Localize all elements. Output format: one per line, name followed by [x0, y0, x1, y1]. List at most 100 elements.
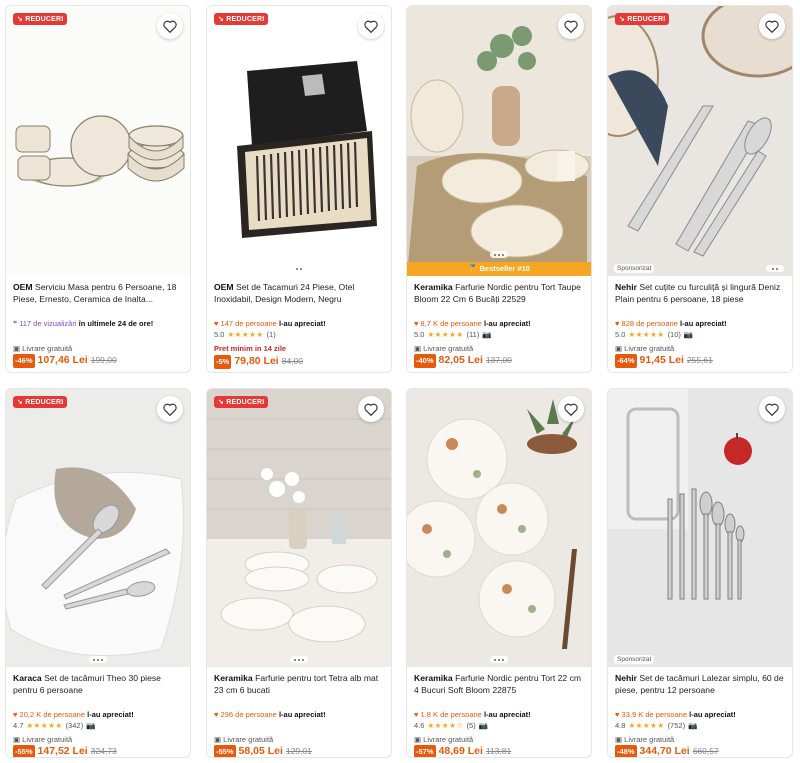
views-info: ❝ 117 de vizualizări în ultimele 24 de o…	[13, 319, 154, 328]
video-icon: 📷	[86, 721, 96, 731]
heart-icon	[163, 403, 177, 416]
product-image[interactable]: Sponsorizat	[608, 389, 792, 667]
floral-plates-photo	[407, 389, 591, 667]
cake-plates-photo	[407, 6, 591, 276]
free-shipping: ▣ Livrare gratuită	[214, 735, 274, 744]
star-rating-icon: ★★★★★	[227, 330, 264, 340]
product-image[interactable]: ➘ REDUCERI	[6, 6, 190, 276]
star-rating-icon: ★★★★★	[427, 330, 464, 340]
free-shipping: ▣ Livrare gratuită	[414, 344, 474, 353]
free-shipping: ▣ Livrare gratuită	[615, 735, 675, 744]
price-row: -46% 107,46 Lei 199,00	[13, 354, 117, 368]
heart-icon	[364, 20, 378, 33]
likes-info: ♥ 147 de persoane l-au apreciat!	[214, 319, 326, 328]
likes-info: ♥ 33,9 K de persoane l-au apreciat!	[615, 710, 736, 719]
product-image[interactable]: ➘ REDUCERI Sponsorizat	[608, 6, 792, 276]
cutlery-napkin-photo	[6, 389, 190, 667]
rating: 5.0 ★★★★★ (11) 📷	[414, 330, 492, 340]
image-carousel-dots[interactable]	[766, 265, 784, 272]
product-title[interactable]: Keramika Farfurie Nordic pentru Tort 22 …	[414, 673, 584, 708]
heart-icon	[163, 20, 177, 33]
price-row: -48% 344,70 Lei 660,57	[615, 745, 719, 757]
price-row: -57% 48,69 Lei 113,81	[414, 745, 512, 757]
image-carousel-dots[interactable]	[290, 265, 308, 272]
heart-icon	[564, 20, 578, 33]
star-rating-icon: ★★★★★	[628, 330, 665, 340]
free-shipping: ▣ Livrare gratuită	[414, 735, 474, 744]
price-row: -5% 79,80 Lei 84,00	[214, 355, 303, 369]
product-title[interactable]: Keramika Farfurie pentru tort Tetra alb …	[214, 673, 384, 708]
favorite-button[interactable]	[157, 13, 183, 39]
star-rating-icon: ★★★★☆	[427, 721, 464, 731]
video-icon: 📷	[478, 721, 489, 731]
likes-info: ♥ 8,7 K de persoane l-au apreciat!	[414, 319, 531, 328]
product-card[interactable]: ➘ REDUCERI OEM Set de Tacamuri 24 Piese,…	[206, 5, 392, 373]
rating: 4.7 ★★★★★ (342) 📷	[13, 721, 96, 731]
white-plates-photo	[207, 389, 391, 667]
heart-icon	[765, 20, 779, 33]
reduceri-badge: ➘ REDUCERI	[13, 13, 68, 25]
product-image[interactable]: 🏅 Bestseller #10	[407, 6, 591, 276]
product-card[interactable]: 🏅 Bestseller #10 Keramika Farfurie Nordi…	[406, 5, 592, 373]
rating: 4.6 ★★★★☆ (5) 📷	[414, 721, 489, 731]
favorite-button[interactable]	[759, 13, 785, 39]
favorite-button[interactable]	[558, 396, 584, 422]
product-grid: ➘ REDUCERI OEM Serviciu Masa pentru 6 Pe…	[0, 0, 800, 763]
free-shipping: ▣ Livrare gratuită	[13, 344, 73, 353]
product-title[interactable]: OEM Serviciu Masa pentru 6 Persoane, 18 …	[13, 282, 183, 317]
image-carousel-dots[interactable]	[89, 656, 107, 663]
rating: 4.8 ★★★★★ (752) 📷	[615, 721, 698, 731]
heart-icon	[364, 403, 378, 416]
cutlery-box-photo	[207, 6, 391, 276]
product-title[interactable]: Karaca Set de tacâmuri Theo 30 piese pen…	[13, 673, 183, 708]
free-shipping: ▣ Livrare gratuită	[615, 344, 675, 353]
bestseller-badge: 🏅 Bestseller #10	[407, 262, 591, 276]
star-rating-icon: ★★★★★	[628, 721, 665, 731]
cutlery-set-photo	[608, 6, 792, 276]
favorite-button[interactable]	[759, 396, 785, 422]
reduceri-badge: ➘ REDUCERI	[214, 396, 269, 408]
product-image[interactable]: ➘ REDUCERI	[207, 389, 391, 667]
price-row: -55% 147,52 Lei 324,73	[13, 745, 117, 757]
favorite-button[interactable]	[358, 396, 384, 422]
sponsored-label: Sponsorizat	[614, 655, 655, 664]
product-card[interactable]: ➘ REDUCERI Keramika Farfurie pentru tort…	[206, 388, 392, 758]
video-icon: 📷	[683, 330, 694, 340]
video-icon: 📷	[482, 330, 492, 340]
rating: 5.0 ★★★★★ (10) 📷	[615, 330, 694, 340]
image-carousel-dots[interactable]	[490, 251, 508, 258]
star-rating-icon: ★★★★★	[26, 721, 63, 731]
product-title[interactable]: OEM Set de Tacamuri 24 Piese, Otel Inoxi…	[214, 282, 384, 317]
product-card[interactable]: ➘ REDUCERI OEM Serviciu Masa pentru 6 Pe…	[5, 5, 191, 373]
product-image[interactable]: ➘ REDUCERI	[207, 6, 391, 276]
likes-info: ♥ 1,8 K de persoane l-au apreciat!	[414, 710, 531, 719]
video-icon: 📷	[688, 721, 698, 731]
dinnerware-photo	[6, 6, 190, 276]
reduceri-badge: ➘ REDUCERI	[214, 13, 269, 25]
free-shipping: ▣ Livrare gratuită	[13, 735, 73, 744]
sponsored-label: Sponsorizat	[614, 264, 655, 273]
favorite-button[interactable]	[358, 13, 384, 39]
product-title[interactable]: Nehir Set de tacâmuri Lalezar simplu, 60…	[615, 673, 785, 708]
image-carousel-dots[interactable]	[490, 656, 508, 663]
heart-icon	[564, 403, 578, 416]
product-card[interactable]: Keramika Farfurie Nordic pentru Tort 22 …	[406, 388, 592, 758]
product-card[interactable]: Sponsorizat Nehir Set de tacâmuri Laleza…	[607, 388, 793, 758]
product-title[interactable]: Keramika Farfurie Nordic pentru Tort Tau…	[414, 282, 584, 317]
favorite-button[interactable]	[157, 396, 183, 422]
likes-info: ♥ 828 de persoane l-au apreciat!	[615, 319, 727, 328]
min-price-note: Pret minim in 14 zile	[214, 344, 287, 353]
product-image[interactable]	[407, 389, 591, 667]
product-card[interactable]: ➘ REDUCERI Sponsorizat Nehir Set cuțite …	[607, 5, 793, 373]
product-title[interactable]: Nehir Set cuțite cu furculiță și lingură…	[615, 282, 785, 317]
product-card[interactable]: ➘ REDUCERI Karaca Set de tacâmuri Theo 3…	[5, 388, 191, 758]
reduceri-badge: ➘ REDUCERI	[615, 13, 670, 25]
product-image[interactable]: ➘ REDUCERI	[6, 389, 190, 667]
likes-info: ♥ 20,2 K de persoane l-au apreciat!	[13, 710, 134, 719]
favorite-button[interactable]	[558, 13, 584, 39]
image-carousel-dots[interactable]	[290, 656, 308, 663]
price-row: -40% 82,05 Lei 137,00	[414, 354, 512, 368]
rating: 5.0 ★★★★★ (1)	[214, 330, 276, 340]
likes-info: ♥ 296 de persoane l-au apreciat!	[214, 710, 326, 719]
cutlery-60-photo	[608, 389, 792, 667]
